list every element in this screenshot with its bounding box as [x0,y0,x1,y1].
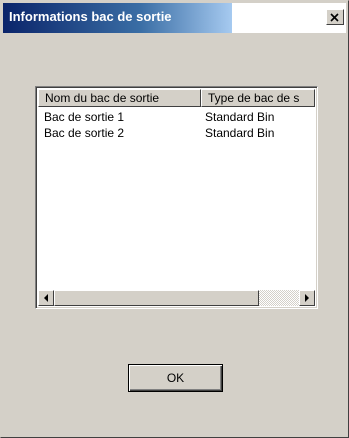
list-item[interactable]: Bac de sortie 2 Standard Bin [44,125,274,141]
dialog-window: Informations bac de sortie Nom du bac de… [0,0,349,438]
list-item[interactable]: Bac de sortie 1 Standard Bin [44,109,274,125]
close-button[interactable] [326,9,344,25]
list-header: Nom du bac de sortie Type de bac de s [38,89,315,107]
scroll-right-button[interactable] [299,290,315,306]
bin-type: Standard Bin [205,110,275,124]
horizontal-scrollbar[interactable] [38,290,315,306]
column-header-name[interactable]: Nom du bac de sortie [38,89,201,107]
output-bin-list[interactable]: Nom du bac de sortie Type de bac de s Ba… [35,86,318,309]
arrow-left-icon [44,294,48,302]
title-bar: Informations bac de sortie [3,3,346,33]
ok-button[interactable]: OK [128,364,223,392]
bin-name: Bac de sortie 1 [44,110,125,124]
scroll-left-button[interactable] [38,290,54,306]
window-title: Informations bac de sortie [9,9,172,24]
close-icon [330,12,339,22]
bin-name: Bac de sortie 2 [44,126,125,140]
bin-type: Standard Bin [205,126,275,140]
scroll-thumb[interactable] [54,290,259,306]
column-header-type[interactable]: Type de bac de s [201,89,315,107]
arrow-right-icon [305,294,309,302]
